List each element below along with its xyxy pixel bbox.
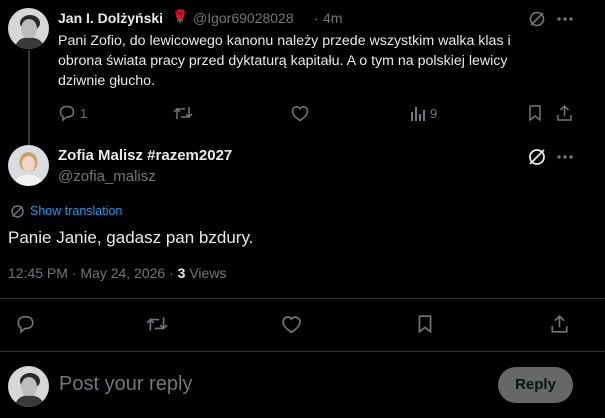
parent-time[interactable]: 4m	[323, 10, 342, 26]
thread-line	[28, 50, 30, 145]
more-options-icon[interactable]	[557, 16, 573, 22]
divider	[0, 298, 605, 299]
tweet-timestamp[interactable]: 12:45 PM · May 24, 2026 · 3 Views	[8, 265, 226, 281]
grok-icon[interactable]	[528, 10, 546, 28]
reply-input[interactable]: Post your reply	[59, 373, 192, 396]
repost-icon[interactable]	[146, 314, 168, 334]
views-icon[interactable]	[410, 106, 426, 121]
bookmark-icon[interactable]	[527, 104, 543, 122]
parent-avatar[interactable]	[8, 8, 49, 49]
repost-icon[interactable]	[173, 104, 193, 122]
share-icon[interactable]	[556, 104, 573, 122]
main-avatar[interactable]	[8, 145, 49, 186]
grok-icon[interactable]	[527, 147, 547, 167]
divider	[0, 351, 605, 352]
main-tweet-text: Panie Janie, gadasz pan bzdury.	[8, 228, 254, 247]
views-count: 9	[430, 106, 438, 121]
timestamp-text: 12:45 PM · May 24, 2026 ·	[8, 265, 174, 281]
main-author-name[interactable]: Zofia Malisz #razem2027	[58, 147, 232, 164]
main-author-handle[interactable]: @zofia_malisz	[58, 168, 156, 185]
parent-dot-separator: ·	[314, 10, 319, 26]
reply-icon[interactable]	[15, 314, 36, 334]
views-label: Views	[189, 265, 227, 281]
share-icon[interactable]	[550, 314, 569, 334]
views-number: 3	[177, 265, 186, 281]
reply-icon[interactable]	[58, 104, 76, 122]
more-options-icon[interactable]	[557, 154, 573, 160]
reply-button[interactable]: Reply	[498, 367, 573, 403]
bookmark-icon[interactable]	[416, 314, 434, 334]
parent-tweet-text: Pani Zofio, do lewicowego kanonu należy …	[58, 33, 511, 89]
composer-avatar[interactable]	[8, 366, 49, 407]
like-icon[interactable]	[291, 105, 309, 122]
translate-icon[interactable]	[10, 204, 25, 219]
reply-count: 1	[80, 106, 88, 121]
parent-author-handle[interactable]: @Igor69028028	[193, 10, 294, 26]
rose-emoji: 🌹	[172, 9, 189, 24]
parent-author-name[interactable]: Jan I. Dolżyński	[58, 10, 163, 26]
show-translation-link[interactable]: Show translation	[30, 204, 122, 218]
like-icon[interactable]	[281, 315, 302, 334]
